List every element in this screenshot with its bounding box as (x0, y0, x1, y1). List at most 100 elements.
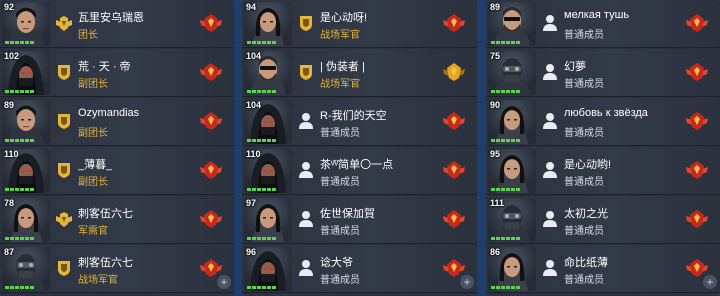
member-row[interactable]: 111 太初之光 普通成员 (486, 196, 720, 244)
level-pips (5, 188, 34, 191)
plus-icon[interactable]: + (460, 275, 474, 289)
member-role: 战场军官 (320, 30, 360, 41)
member-row[interactable]: 78 刺客伍六七军需官 (0, 196, 234, 244)
dark-haired-soldier-avatar[interactable]: 89 (2, 100, 50, 144)
gold-shield-rank-icon (298, 14, 314, 32)
red-winged-badge-icon[interactable] (686, 62, 708, 82)
level-label: 94 (246, 2, 257, 12)
member-row[interactable]: 104 R-我们的天空 普通成员 (242, 98, 477, 146)
red-winged-badge-icon[interactable] (200, 258, 222, 278)
person-icon (542, 112, 558, 130)
level-label: 95 (490, 149, 501, 159)
member-name: любовь к звёзда (564, 107, 648, 119)
red-winged-badge-icon[interactable] (200, 13, 222, 33)
red-winged-badge-icon[interactable] (200, 160, 222, 180)
red-winged-badge-icon[interactable] (686, 111, 708, 131)
dark-haired-soldier-avatar[interactable]: 92 (2, 2, 50, 46)
red-winged-badge-icon[interactable] (686, 13, 708, 33)
member-row[interactable]: 110 茶ᵛ᷄ᵛ᷅简单〇一点 普通成员 (242, 147, 477, 195)
level-pips (5, 41, 34, 44)
member-row[interactable]: 104 | 伪装者 | 战场军官 (242, 49, 477, 97)
member-role: 普通成员 (320, 275, 360, 286)
member-row[interactable]: 92 瓦里安乌瑞恩 团长 (0, 0, 234, 48)
member-role: 军需官 (78, 226, 108, 237)
member-row[interactable]: 94 是心动呀! 战场军官 (242, 0, 477, 48)
bearded-soldier-avatar[interactable]: 89 (488, 2, 536, 46)
female-soldier-avatar[interactable]: 95 (488, 149, 536, 193)
level-label: 89 (4, 100, 15, 110)
member-row[interactable]: 110 _薄暮_ 副团长 (0, 147, 234, 195)
level-pips (5, 90, 34, 93)
red-winged-badge-icon[interactable] (443, 160, 465, 180)
red-winged-badge-icon[interactable] (443, 258, 465, 278)
level-label: 78 (4, 198, 15, 208)
member-row[interactable]: 97 佐世保加賀 普通成员 (242, 196, 477, 244)
bearded-soldier-avatar[interactable]: 104 (244, 51, 292, 95)
hooded-figure-avatar[interactable]: 110 (244, 149, 292, 193)
person-icon (298, 210, 314, 228)
hooded-figure-avatar[interactable]: 102 (2, 51, 50, 95)
member-role: 副团长 (78, 128, 108, 139)
red-winged-badge-icon[interactable] (686, 258, 708, 278)
gold-shield-rank-icon (56, 112, 72, 130)
level-pips (5, 139, 34, 142)
female-soldier-avatar[interactable]: 90 (488, 100, 536, 144)
level-label: 92 (4, 2, 15, 12)
level-pips (5, 237, 34, 240)
level-pips (247, 188, 276, 191)
plus-icon[interactable]: + (703, 275, 717, 289)
red-winged-badge-icon[interactable] (686, 209, 708, 229)
member-name: Ozymandias (78, 107, 140, 119)
masked-soldier-avatar[interactable]: 75 (488, 51, 536, 95)
female-soldier-avatar[interactable]: 97 (244, 198, 292, 242)
female-soldier-avatar[interactable]: 94 (244, 2, 292, 46)
person-icon (542, 14, 558, 32)
member-row[interactable]: 102 荒 · 天 · 帝副团长 (0, 49, 234, 97)
member-row[interactable]: 90 любовь к звёзда 普通成员 (486, 98, 720, 146)
member-name: | 伪装者 | (320, 61, 365, 73)
member-row[interactable]: 96 谂大爷 普通成员 + (242, 245, 477, 293)
member-row[interactable]: 86 命比纸薄 普通成员 + (486, 245, 720, 293)
member-role: 战场军官 (78, 275, 118, 286)
hooded-figure-avatar[interactable]: 110 (2, 149, 50, 193)
member-name: 刺客伍六七 (78, 208, 133, 220)
member-row[interactable]: 75 幻夢 普通成员 (486, 49, 720, 97)
red-winged-badge-icon[interactable] (200, 62, 222, 82)
female-soldier-avatar[interactable]: 78 (2, 198, 50, 242)
gold-shield-rank-icon (56, 63, 72, 81)
level-label: 104 (246, 51, 262, 61)
member-name: 瓦里安乌瑞恩 (78, 12, 144, 24)
member-name: мелкая тушь (564, 9, 630, 21)
member-column: 92 瓦里安乌瑞恩 团长 102 荒 · 天 · 帝副团长 89 Ozymand… (0, 0, 234, 296)
member-role: 普通成员 (564, 30, 604, 41)
red-winged-badge-icon[interactable] (443, 111, 465, 131)
member-role: 普通成员 (320, 226, 360, 237)
member-role: 副团长 (78, 79, 108, 90)
level-pips (247, 90, 276, 93)
red-winged-badge-icon[interactable] (443, 209, 465, 229)
masked-soldier-avatar[interactable]: 87 (2, 247, 50, 291)
member-role: 普通成员 (564, 275, 604, 286)
gold-winged-badge-icon[interactable] (443, 62, 465, 82)
member-row[interactable]: 95 是心动哟! 普通成员 (486, 147, 720, 195)
member-role: 普通成员 (564, 128, 604, 139)
member-row[interactable]: 87 刺客伍六七 战场军官 + (0, 245, 234, 293)
level-pips (491, 237, 520, 240)
member-role: 战场军官 (320, 79, 360, 90)
member-row[interactable]: 89 мелкая тушь 普通成员 (486, 0, 720, 48)
level-label: 110 (4, 149, 19, 159)
red-winged-badge-icon[interactable] (443, 13, 465, 33)
female-soldier-avatar[interactable]: 86 (488, 247, 536, 291)
red-winged-badge-icon[interactable] (200, 209, 222, 229)
masked-soldier-avatar[interactable]: 111 (488, 198, 536, 242)
gold-shield-rank-icon (298, 63, 314, 81)
red-winged-badge-icon[interactable] (686, 160, 708, 180)
level-label: 102 (4, 51, 20, 61)
hooded-figure-avatar[interactable]: 104 (244, 100, 292, 144)
member-name: 幻夢 (564, 61, 586, 73)
level-label: 86 (490, 247, 501, 257)
plus-icon[interactable]: + (217, 275, 231, 289)
member-row[interactable]: 89 Ozymandias 副团长 (0, 98, 234, 146)
red-winged-badge-icon[interactable] (200, 111, 222, 131)
hooded-figure-avatar[interactable]: 96 (244, 247, 292, 291)
